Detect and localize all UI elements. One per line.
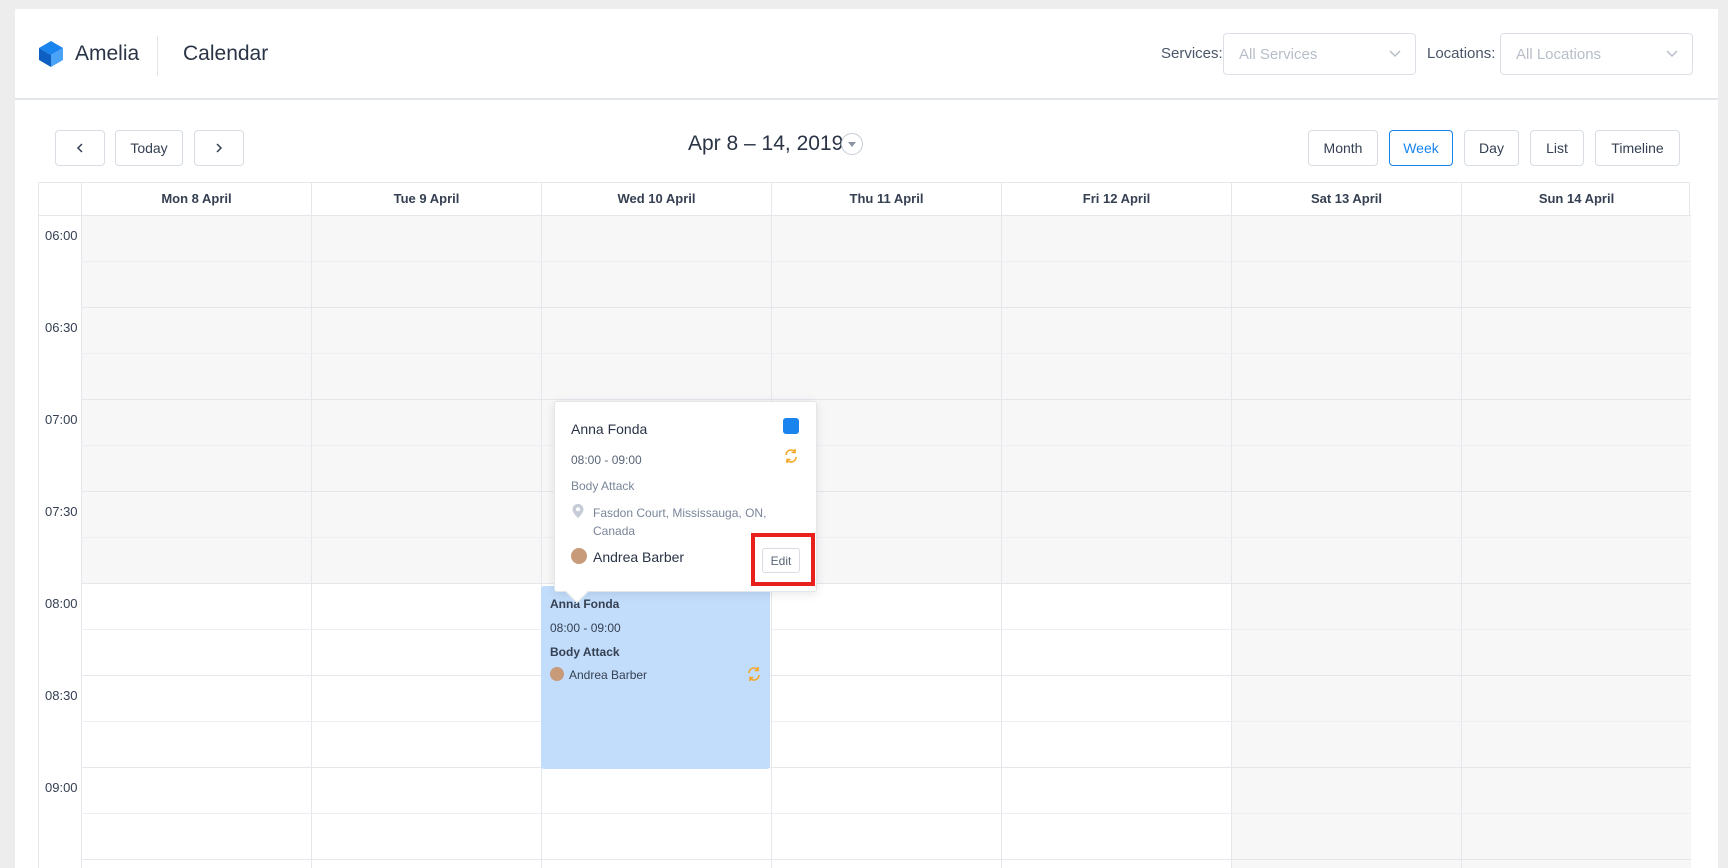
chevron-left-icon [76, 143, 83, 153]
header-divider [157, 36, 158, 76]
locations-select[interactable]: All Locations [1500, 33, 1693, 75]
day-header-sun: Sun 14 April [1461, 183, 1691, 215]
services-label: Services: [1161, 45, 1223, 62]
view-timeline-button[interactable]: Timeline [1595, 130, 1680, 166]
appointment-event[interactable]: Anna Fonda 08:00 - 09:00 Body Attack And… [541, 586, 770, 769]
grid-line [81, 767, 1691, 768]
view-day-button[interactable]: Day [1464, 130, 1519, 166]
grid-line [81, 583, 1691, 584]
event-employee: Andrea Barber [569, 668, 648, 682]
week-calendar-grid: Mon 8 April Tue 9 April Wed 10 April Thu… [38, 182, 1691, 868]
day-column-mon[interactable] [81, 215, 311, 868]
day-column-fri[interactable] [1001, 215, 1231, 868]
day-header-sat: Sat 13 April [1231, 183, 1461, 215]
event-service: Body Attack [550, 645, 620, 659]
recurring-icon [785, 449, 797, 463]
amelia-logo-icon [39, 41, 63, 67]
grid-line [81, 261, 1691, 262]
chevron-down-icon [1666, 50, 1678, 58]
grid-line [81, 399, 1691, 400]
services-placeholder: All Services [1239, 46, 1318, 63]
service-color-swatch [783, 418, 799, 434]
chevron-down-icon [1389, 50, 1401, 58]
day-column-sun[interactable] [1461, 215, 1691, 868]
time-label: 07:00 [45, 412, 78, 427]
time-label: 07:30 [45, 504, 78, 519]
grid-line [81, 813, 1691, 814]
day-header-tue: Tue 9 April [311, 183, 541, 215]
view-list-button[interactable]: List [1530, 130, 1584, 166]
time-label: 06:00 [45, 228, 78, 243]
locations-label: Locations: [1427, 45, 1496, 62]
location-pin-icon [572, 504, 584, 518]
view-month-button[interactable]: Month [1308, 130, 1378, 166]
time-label: 06:30 [45, 320, 78, 335]
day-header-wed: Wed 10 April [541, 183, 771, 215]
event-customer-name: Anna Fonda [550, 597, 620, 611]
grid-line [81, 307, 1691, 308]
today-button[interactable]: Today [115, 130, 183, 166]
date-picker-toggle[interactable] [841, 133, 863, 155]
grid-line [39, 215, 1691, 216]
prev-week-button[interactable] [55, 130, 105, 166]
time-label: 08:30 [45, 688, 78, 703]
popover-time: 08:00 - 09:00 [571, 453, 642, 467]
time-label: 09:00 [45, 780, 78, 795]
grid-line [81, 445, 1691, 446]
grid-line [81, 721, 1691, 722]
app-header: Amelia Calendar Services: All Services L… [15, 9, 1718, 100]
grid-line [81, 629, 1691, 630]
day-column-sat[interactable] [1231, 215, 1461, 868]
main-panel: Amelia Calendar Services: All Services L… [15, 9, 1718, 868]
brand-name: Amelia [75, 42, 140, 65]
caret-down-icon [848, 142, 856, 147]
popover-employee: Andrea Barber [593, 549, 685, 565]
next-week-button[interactable] [194, 130, 244, 166]
day-header-mon: Mon 8 April [81, 183, 311, 215]
chevron-right-icon [216, 143, 223, 153]
popover-service: Body Attack [571, 479, 635, 493]
edit-button-highlight [751, 533, 815, 586]
grid-line [81, 859, 1691, 860]
page-title: Calendar [183, 42, 269, 65]
view-week-button[interactable]: Week [1389, 130, 1453, 166]
recurring-icon [748, 667, 760, 681]
event-time: 08:00 - 09:00 [550, 621, 621, 635]
employee-avatar [550, 667, 564, 681]
services-select[interactable]: All Services [1223, 33, 1416, 75]
grid-line [81, 491, 1691, 492]
time-axis-header [39, 183, 81, 215]
locations-placeholder: All Locations [1516, 46, 1602, 63]
time-label: 08:00 [45, 596, 78, 611]
day-header-fri: Fri 12 April [1001, 183, 1231, 215]
day-header-thu: Thu 11 April [771, 183, 1001, 215]
grid-line [81, 353, 1691, 354]
popover-customer-name: Anna Fonda [571, 421, 648, 437]
grid-line [81, 675, 1691, 676]
day-column-tue[interactable] [311, 215, 541, 868]
grid-line [81, 537, 1691, 538]
employee-avatar [571, 548, 587, 564]
date-range-title: Apr 8 – 14, 2019 [688, 132, 844, 155]
